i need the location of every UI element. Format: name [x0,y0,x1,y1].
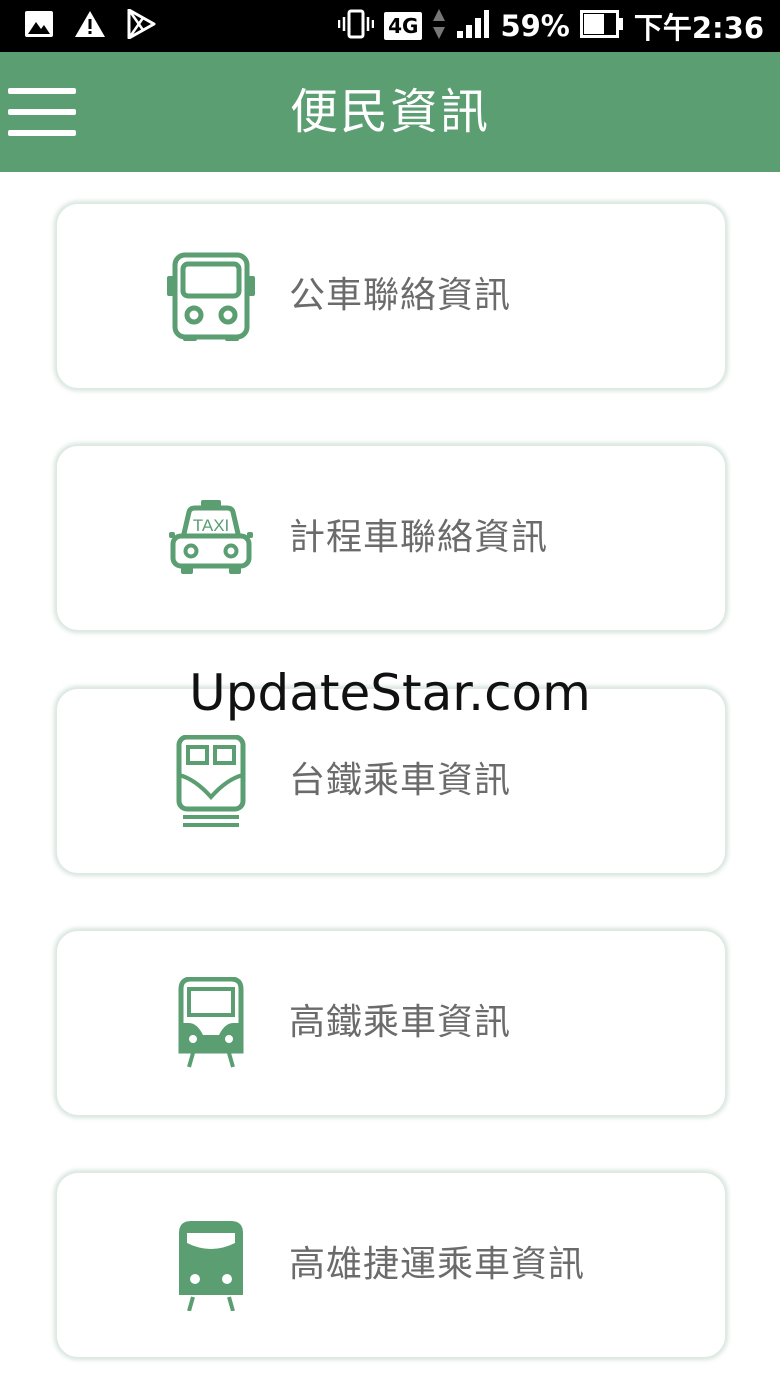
image-notification-icon [24,10,54,42]
battery-icon [579,9,624,43]
bus-icon [165,250,257,342]
train-icon [165,735,257,827]
battery-percent: 59% [500,9,570,43]
status-notifications [24,8,156,43]
card-tra-info[interactable]: 台鐵乘車資訊 [56,688,726,874]
metro-icon [165,1219,257,1311]
card-taxi-info[interactable]: TAXI 計程車聯絡資訊 [56,445,726,631]
signal-strength-icon [456,9,490,43]
app-bar: 便民資訊 [0,52,780,172]
card-hsr-info[interactable]: 高鐵乘車資訊 [56,930,726,1116]
card-label: 高雄捷運乘車資訊 [289,1244,586,1285]
high-speed-rail-icon [165,977,257,1069]
data-arrows-icon [432,8,446,44]
taxi-icon: TAXI [165,492,257,584]
status-bar: 4G 59% 下午2:36 [0,0,780,52]
network-type-badge: 4G [384,12,423,40]
card-label: 高鐵乘車資訊 [289,1002,512,1043]
warning-icon [74,10,106,42]
status-time: 下午2:36 [633,11,764,45]
card-label: 台鐵乘車資訊 [289,760,512,801]
card-label: 公車聯絡資訊 [289,275,512,316]
card-label: 計程車聯絡資訊 [289,517,549,558]
vibrate-icon [337,9,375,43]
play-store-icon [126,8,156,43]
status-system: 4G 59% 下午2:36 [337,8,764,45]
taxi-sign-text: TAXI [193,516,230,535]
page-title: 便民資訊 [289,84,490,140]
card-bus-info[interactable]: 公車聯絡資訊 [56,203,726,389]
card-metro-info[interactable]: 高雄捷運乘車資訊 [56,1172,726,1358]
